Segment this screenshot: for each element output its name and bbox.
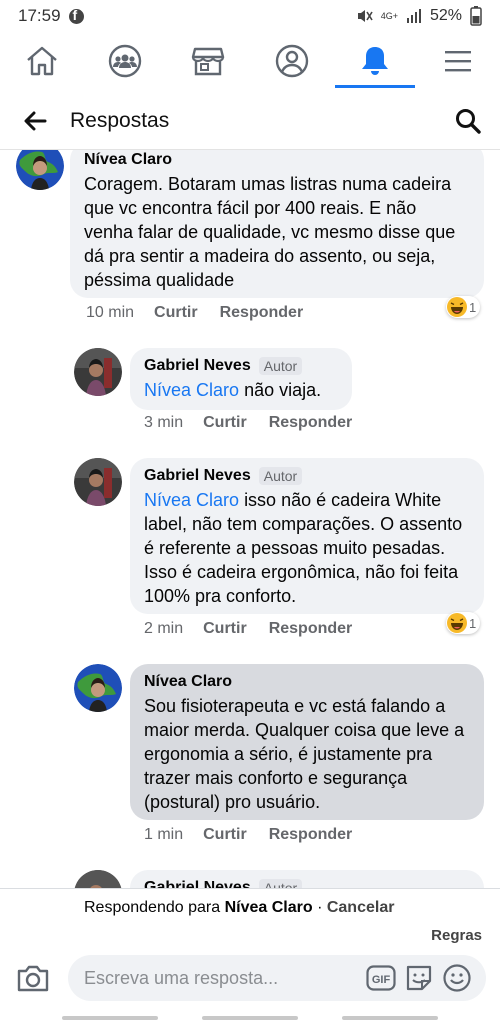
comment-time: 1 min bbox=[144, 826, 184, 843]
like-button[interactable]: Curtir bbox=[203, 414, 247, 432]
replies-feed: Nívea Claro Coragem. Botaram umas listra… bbox=[0, 150, 500, 888]
comment-time: 3 min bbox=[144, 414, 184, 431]
reply-input[interactable] bbox=[84, 967, 362, 989]
comment-bubble: Gabriel Neves Autor Nívea Claro não viaja… bbox=[130, 348, 352, 410]
reaction-summary[interactable]: 1 bbox=[446, 296, 481, 318]
cancel-reply-button[interactable]: Cancelar bbox=[327, 899, 395, 916]
sticker-button[interactable] bbox=[400, 963, 438, 993]
signal-icon bbox=[406, 9, 421, 23]
comment-author[interactable]: Gabriel Neves bbox=[144, 878, 251, 888]
gif-icon: GIF bbox=[366, 965, 396, 991]
separator: · bbox=[317, 899, 323, 916]
mention-link[interactable]: Nívea Claro bbox=[144, 380, 239, 400]
home-icon bbox=[26, 46, 57, 76]
tab-notifications[interactable] bbox=[333, 32, 416, 90]
status-indicators: 4G+ 52% bbox=[355, 6, 482, 26]
page-title: Respostas bbox=[70, 108, 170, 132]
replying-to: Respondendo para Nívea Claro · Cancelar bbox=[84, 899, 394, 917]
like-button[interactable]: Curtir bbox=[203, 826, 247, 844]
haha-reaction-icon bbox=[447, 613, 467, 633]
emoji-icon bbox=[443, 964, 471, 992]
comment-text: não viaja. bbox=[244, 380, 322, 400]
author-badge: Autor bbox=[258, 357, 303, 375]
back-button[interactable] bbox=[0, 111, 70, 131]
reply-button[interactable]: Responder bbox=[269, 414, 353, 432]
haha-reaction-icon bbox=[447, 297, 467, 317]
avatar[interactable] bbox=[16, 150, 64, 190]
author-badge: Autor bbox=[258, 879, 303, 888]
groups-icon bbox=[108, 44, 142, 78]
reaction-summary[interactable]: 1 bbox=[446, 612, 481, 634]
facebook-notification-icon bbox=[68, 7, 84, 24]
reply-button[interactable]: Responder bbox=[269, 620, 353, 638]
mute-vibrate-icon bbox=[357, 10, 373, 22]
back-arrow-icon bbox=[24, 111, 47, 130]
tab-profile[interactable] bbox=[250, 32, 333, 90]
battery-icon bbox=[470, 6, 482, 26]
comment-bubble: Nívea Claro Coragem. Botaram umas listra… bbox=[70, 150, 484, 298]
replying-prefix: Respondendo para bbox=[84, 899, 221, 916]
profile-icon bbox=[275, 44, 308, 78]
comment-bubble: Nívea Claro Sou fisioterapeuta e vc está… bbox=[130, 664, 484, 820]
tab-menu[interactable] bbox=[417, 32, 500, 90]
sticker-icon bbox=[406, 965, 432, 991]
comment-author[interactable]: Gabriel Neves bbox=[144, 356, 251, 376]
comment-time: 10 min bbox=[86, 304, 135, 321]
search-icon bbox=[456, 108, 481, 134]
comment-actions: 3 min Curtir Responder bbox=[144, 414, 374, 432]
comment-time: 2 min bbox=[144, 620, 184, 637]
top-navigation bbox=[0, 32, 500, 90]
tab-groups[interactable] bbox=[83, 32, 166, 90]
mention-link[interactable]: Nívea Claro bbox=[144, 490, 239, 510]
replying-target: Nívea Claro bbox=[224, 899, 313, 916]
camera-button[interactable] bbox=[16, 963, 50, 998]
reaction-count: 1 bbox=[469, 299, 477, 315]
avatar[interactable] bbox=[74, 870, 122, 888]
comment-actions: 10 min Curtir Responder bbox=[86, 304, 325, 322]
network-type: 4G+ bbox=[380, 10, 398, 21]
comment-actions: 2 min Curtir Responder bbox=[144, 620, 374, 638]
gif-button[interactable]: GIF bbox=[362, 965, 400, 991]
avatar[interactable] bbox=[74, 664, 122, 712]
comment-actions: 1 min Curtir Responder bbox=[144, 826, 374, 844]
avatar[interactable] bbox=[74, 348, 122, 396]
reply-composer-bar: Respondendo para Nívea Claro · Cancelar … bbox=[0, 888, 500, 1028]
gif-label: GIF bbox=[372, 974, 391, 986]
comment-bubble: Gabriel Neves Autor Nívea Claro isso não … bbox=[130, 458, 484, 614]
like-button[interactable]: Curtir bbox=[154, 304, 198, 322]
comment-author[interactable]: Gabriel Neves bbox=[144, 466, 251, 486]
reply-button[interactable]: Responder bbox=[220, 304, 304, 322]
status-bar: 17:59 4G+ 52% bbox=[0, 0, 500, 32]
comment-author[interactable]: Nívea Claro bbox=[84, 150, 172, 170]
comment-text: Coragem. Botaram umas listras numa cadei… bbox=[84, 174, 456, 290]
tab-marketplace[interactable] bbox=[167, 32, 250, 90]
emoji-button[interactable] bbox=[438, 963, 476, 993]
menu-icon bbox=[445, 51, 472, 72]
bell-icon bbox=[361, 47, 388, 75]
nav-gesture-handle bbox=[62, 1016, 158, 1020]
rules-link[interactable]: Regras bbox=[431, 927, 482, 944]
status-time: 17:59 bbox=[18, 6, 61, 25]
like-button[interactable]: Curtir bbox=[203, 620, 247, 638]
battery-percent: 52% bbox=[429, 7, 462, 24]
nav-gesture-handle bbox=[342, 1016, 438, 1020]
nav-gesture-handle bbox=[202, 1016, 298, 1020]
reaction-count: 1 bbox=[469, 615, 477, 631]
marketplace-icon bbox=[192, 47, 225, 76]
author-badge: Autor bbox=[258, 467, 303, 485]
camera-icon bbox=[17, 965, 49, 992]
tab-home[interactable] bbox=[0, 32, 83, 90]
reply-input-container: GIF bbox=[68, 955, 486, 1001]
search-button[interactable] bbox=[436, 108, 500, 134]
comment-text: Sou fisioterapeuta e vc está falando a m… bbox=[144, 696, 465, 812]
reply-button[interactable]: Responder bbox=[269, 826, 353, 844]
replies-header: Respostas bbox=[0, 92, 500, 150]
comment-bubble: Gabriel Neves Autor bbox=[130, 870, 484, 888]
comment-author[interactable]: Nívea Claro bbox=[144, 672, 232, 692]
avatar[interactable] bbox=[74, 458, 122, 506]
